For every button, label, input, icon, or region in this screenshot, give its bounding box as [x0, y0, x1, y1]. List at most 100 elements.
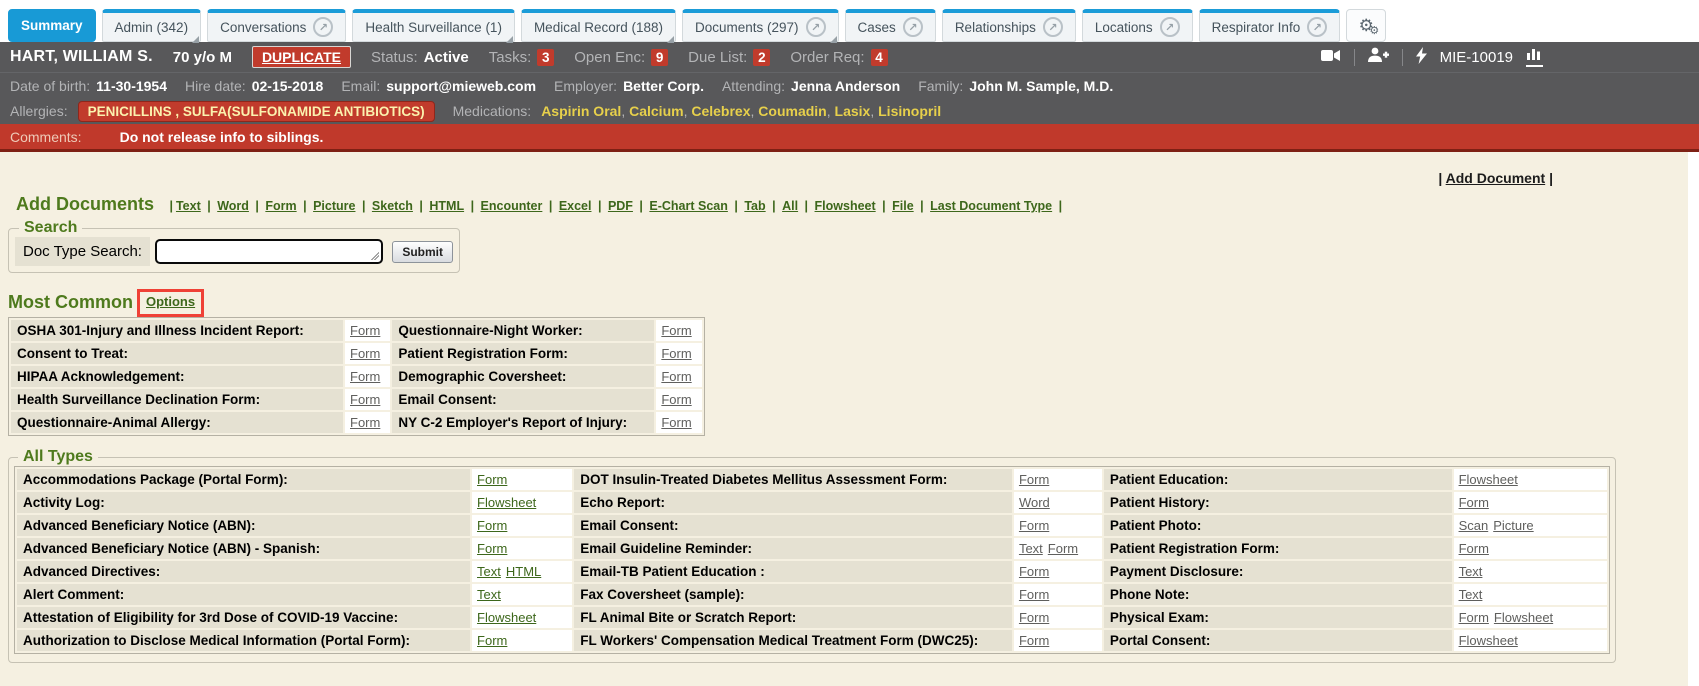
- open-form-link[interactable]: Form: [661, 369, 691, 384]
- open-form-link[interactable]: Form: [350, 392, 380, 407]
- system-id: MIE-10019: [1440, 49, 1513, 66]
- settings-tab[interactable]: ⚙⚙: [1346, 9, 1386, 42]
- external-link-icon[interactable]: ↗: [903, 17, 923, 37]
- tab-menu-fold-icon[interactable]: [192, 36, 199, 43]
- tab-admin-342[interactable]: Admin (342): [102, 9, 202, 42]
- tab-relationships[interactable]: Relationships↗: [942, 9, 1076, 42]
- doc-type-link-e-chart-scan[interactable]: E-Chart Scan: [649, 199, 728, 213]
- tab-health-surveillance-1[interactable]: Health Surveillance (1): [352, 9, 515, 42]
- due-list-badge[interactable]: 2: [753, 49, 770, 66]
- open-form-link[interactable]: Form: [1019, 633, 1049, 648]
- tab-medical-record-188[interactable]: Medical Record (188): [521, 9, 676, 42]
- tab-menu-fold-icon[interactable]: [830, 36, 837, 43]
- open-form-link[interactable]: Form: [1019, 587, 1049, 602]
- table-row: Advanced Beneficiary Notice (ABN) - Span…: [17, 538, 1607, 559]
- open-form-link[interactable]: Form: [661, 323, 691, 338]
- open-flowsheet-link[interactable]: Flowsheet: [477, 610, 536, 625]
- open-flowsheet-link[interactable]: Flowsheet: [477, 495, 536, 510]
- tab-documents-297[interactable]: Documents (297)↗: [682, 9, 839, 42]
- doc-type-link-form[interactable]: Form: [265, 199, 296, 213]
- open-form-link[interactable]: Form: [477, 541, 507, 556]
- medication-link[interactable]: Lasix: [835, 103, 871, 119]
- doc-type-link-last-document-type[interactable]: Last Document Type: [930, 199, 1052, 213]
- lightning-icon[interactable]: [1416, 47, 1427, 68]
- tab-respirator-info[interactable]: Respirator Info↗: [1199, 9, 1341, 42]
- open-text-link[interactable]: Text: [1459, 564, 1483, 579]
- tab-menu-fold-icon[interactable]: [667, 36, 674, 43]
- open-text-link[interactable]: Text: [477, 587, 501, 602]
- open-form-link[interactable]: Form: [1019, 564, 1049, 579]
- allergy-alert[interactable]: PENICILLINS , SULFA(SULFONAMIDE ANTIBIOT…: [78, 101, 435, 122]
- open-text-link[interactable]: Text: [1019, 541, 1043, 556]
- open-form-link[interactable]: Form: [350, 369, 380, 384]
- tab-cases[interactable]: Cases↗: [845, 9, 936, 42]
- medication-link[interactable]: Coumadin: [758, 103, 826, 119]
- open-form-link[interactable]: Form: [350, 346, 380, 361]
- open-form-link[interactable]: Form: [477, 472, 507, 487]
- doc-type-link-picture[interactable]: Picture: [313, 199, 355, 213]
- open-flowsheet-link[interactable]: Flowsheet: [1459, 633, 1518, 648]
- external-link-icon[interactable]: ↗: [1307, 17, 1327, 37]
- open-form-link[interactable]: Form: [350, 323, 380, 338]
- external-link-icon[interactable]: ↗: [1160, 17, 1180, 37]
- doc-type-link-text[interactable]: Text: [176, 199, 201, 213]
- tab-conversations[interactable]: Conversations↗: [207, 9, 346, 42]
- video-camera-icon[interactable]: [1321, 48, 1341, 67]
- scrollbar-gutter[interactable]: [1688, 152, 1699, 686]
- open-html-link[interactable]: HTML: [506, 564, 541, 579]
- submit-button[interactable]: Submit: [392, 241, 453, 263]
- open-flowsheet-link[interactable]: Flowsheet: [1459, 472, 1518, 487]
- bar-chart-icon[interactable]: [1526, 47, 1543, 67]
- doc-type-link-encounter[interactable]: Encounter: [481, 199, 543, 213]
- add-document-link[interactable]: Add Document: [1446, 170, 1546, 186]
- open-form-link[interactable]: Form: [1019, 518, 1049, 533]
- open-form-link[interactable]: Form: [661, 346, 691, 361]
- medication-link[interactable]: Calcium: [629, 103, 683, 119]
- external-link-icon[interactable]: ↗: [313, 17, 333, 37]
- tab-locations[interactable]: Locations↗: [1082, 9, 1193, 42]
- all-types-table: Accommodations Package (Portal Form):For…: [14, 466, 1610, 654]
- open-form-link[interactable]: Form: [661, 415, 691, 430]
- open-form-link[interactable]: Form: [1459, 541, 1489, 556]
- tasks-badge[interactable]: 3: [537, 49, 554, 66]
- medication-link[interactable]: Lisinopril: [878, 103, 941, 119]
- doc-type-link-all[interactable]: All: [782, 199, 798, 213]
- medication-link[interactable]: Aspirin Oral: [541, 103, 621, 119]
- open-picture-link[interactable]: Picture: [1493, 518, 1533, 533]
- table-row: Health Surveillance Declination Form:For…: [11, 389, 702, 410]
- doc-type-search-input[interactable]: [155, 239, 383, 264]
- open-enc-badge[interactable]: 9: [651, 49, 668, 66]
- open-text-link[interactable]: Text: [1459, 587, 1483, 602]
- external-link-icon[interactable]: ↗: [806, 17, 826, 37]
- open-flowsheet-link[interactable]: Flowsheet: [1494, 610, 1553, 625]
- open-text-link[interactable]: Text: [477, 564, 501, 579]
- doc-type-link-sketch[interactable]: Sketch: [372, 199, 413, 213]
- add-user-icon[interactable]: [1368, 47, 1389, 67]
- open-form-link[interactable]: Form: [477, 633, 507, 648]
- duplicate-flag[interactable]: DUPLICATE: [252, 46, 351, 68]
- order-req-badge[interactable]: 4: [871, 49, 888, 66]
- open-form-link[interactable]: Form: [1019, 610, 1049, 625]
- doc-type-link-file[interactable]: File: [892, 199, 914, 213]
- options-link[interactable]: Options: [146, 294, 195, 309]
- open-scan-link[interactable]: Scan: [1459, 518, 1489, 533]
- open-form-link[interactable]: Form: [1459, 610, 1489, 625]
- doc-type-link-html[interactable]: HTML: [429, 199, 464, 213]
- doc-type-link-flowsheet[interactable]: Flowsheet: [815, 199, 876, 213]
- open-form-link[interactable]: Form: [1048, 541, 1078, 556]
- doc-type-link-word[interactable]: Word: [217, 199, 249, 213]
- open-form-link[interactable]: Form: [477, 518, 507, 533]
- open-form-link[interactable]: Form: [661, 392, 691, 407]
- tab-menu-fold-icon[interactable]: [506, 36, 513, 43]
- doc-type-link-excel[interactable]: Excel: [559, 199, 592, 213]
- external-link-icon[interactable]: ↗: [1043, 17, 1063, 37]
- doc-type-link-tab[interactable]: Tab: [744, 199, 765, 213]
- open-word-link[interactable]: Word: [1019, 495, 1050, 510]
- open-form-link[interactable]: Form: [350, 415, 380, 430]
- doc-type-link-pdf[interactable]: PDF: [608, 199, 633, 213]
- medication-link[interactable]: Celebrex: [691, 103, 750, 119]
- open-form-link[interactable]: Form: [1019, 472, 1049, 487]
- open-form-link[interactable]: Form: [1459, 495, 1489, 510]
- table-row: OSHA 301-Injury and Illness Incident Rep…: [11, 320, 702, 341]
- tab-summary[interactable]: Summary: [8, 9, 96, 42]
